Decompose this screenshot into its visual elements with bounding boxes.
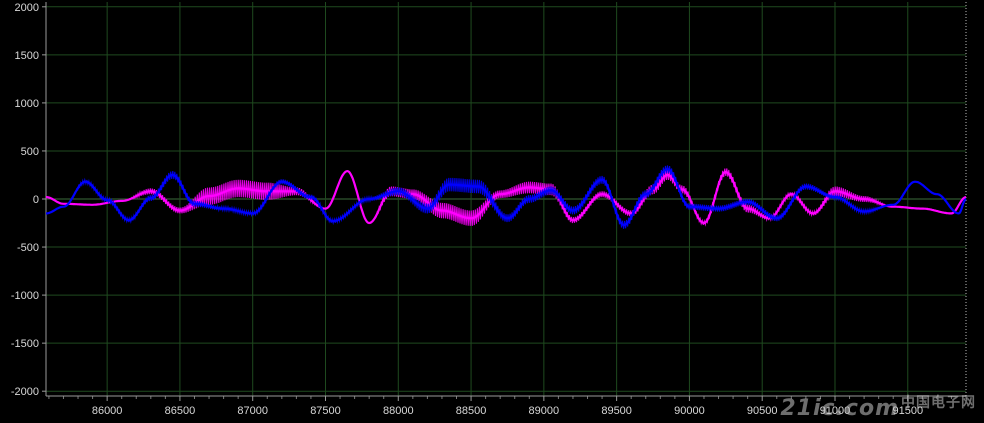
y-tick-label: -1000 — [11, 290, 39, 302]
x-tick-label: 87500 — [310, 405, 341, 417]
y-tick-label: -1500 — [11, 338, 39, 350]
x-tick-label: 89000 — [529, 405, 560, 417]
x-tick-label: 90500 — [747, 405, 778, 417]
y-tick-label: 2000 — [15, 2, 39, 14]
x-tick-label: 86500 — [165, 405, 196, 417]
plot-background — [0, 0, 984, 423]
x-tick-label: 89500 — [601, 405, 632, 417]
oscilloscope-chart: 2000 1500 1000 500 0 -500 -1000 -1500 -2000 86000… — [0, 0, 984, 423]
y-tick-label: 1000 — [15, 98, 39, 110]
x-tick-label: 86000 — [92, 405, 123, 417]
x-tick-label: 90000 — [674, 405, 705, 417]
y-tick-label: 1500 — [15, 50, 39, 62]
y-tick-label: -2000 — [11, 386, 39, 398]
x-tick-label: 88500 — [456, 405, 487, 417]
watermark-cn: 中国电子网 — [901, 395, 976, 411]
y-tick-label: 500 — [21, 146, 39, 158]
y-tick-label: 0 — [33, 194, 39, 206]
x-tick-label: 88000 — [383, 405, 414, 417]
y-tick-label: -500 — [17, 242, 39, 254]
watermark-latin: 21ic.com — [780, 396, 899, 421]
x-tick-label: 87000 — [237, 405, 268, 417]
watermark-logo: 21ic.com 中国电子网 — [780, 392, 976, 421]
